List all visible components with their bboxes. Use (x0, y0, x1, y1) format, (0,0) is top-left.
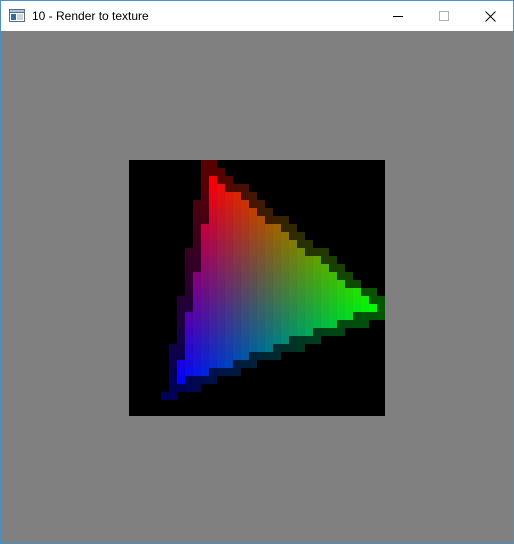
minimize-button[interactable] (375, 1, 421, 31)
close-icon (484, 10, 496, 22)
minimize-icon (393, 16, 403, 17)
app-window: 10 - Render to texture (0, 0, 514, 544)
gradient-triangle (129, 160, 385, 416)
title-bar[interactable]: 10 - Render to texture (1, 1, 513, 31)
close-button[interactable] (467, 1, 513, 31)
maximize-icon (439, 11, 449, 21)
maximize-button[interactable] (421, 1, 467, 31)
render-viewport[interactable] (1, 31, 513, 543)
render-texture-quad (129, 160, 385, 416)
application-window-icon (9, 9, 25, 22)
window-title: 10 - Render to texture (32, 9, 149, 23)
